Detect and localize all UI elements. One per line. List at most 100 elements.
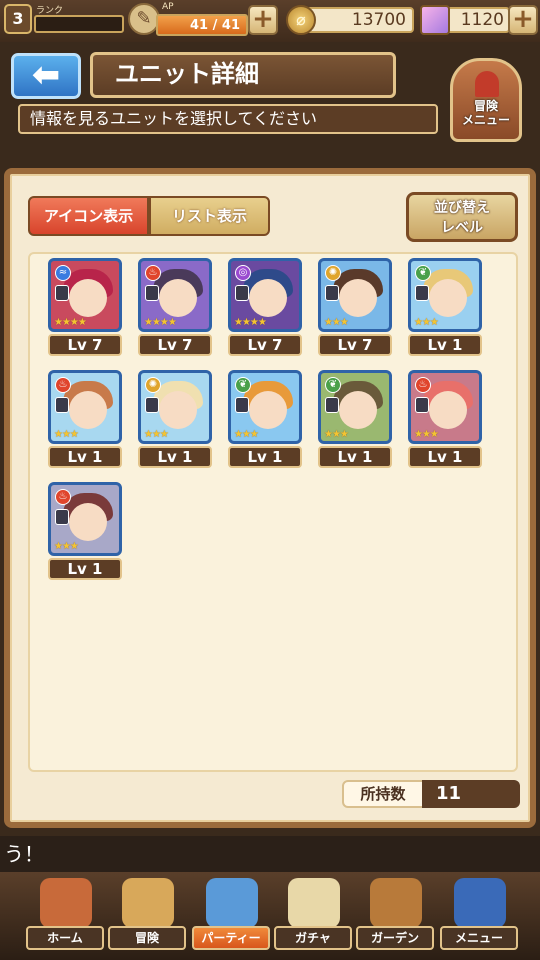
rank-exp-bar — [34, 15, 124, 33]
unit-portrait: ❦ ★★★ — [318, 370, 392, 444]
rarity-stars: ★★★★ — [234, 317, 267, 328]
unit-card[interactable]: ≈ ★★★★ Lv 7 — [48, 258, 124, 356]
sort-key-label: レベル — [441, 220, 483, 236]
unit-card[interactable]: ◎ ★★★★ Lv 7 — [228, 258, 304, 356]
unit-portrait: ♨ ★★★ — [408, 370, 482, 444]
dark-element-icon: ◎ — [235, 265, 251, 281]
fire-element-icon: ♨ — [145, 265, 161, 281]
nav-item-garden[interactable]: ガーデン — [356, 878, 436, 956]
earth-element-icon: ❦ — [415, 265, 431, 281]
page-header: ⬅ ユニット詳細 情報を見るユニットを選択してください 冒険 メニュー — [0, 42, 540, 152]
unit-level-label: Lv 1 — [408, 446, 482, 468]
unit-portrait: ♨ ★★★ — [48, 482, 122, 556]
gacha-icon — [288, 878, 340, 928]
unit-card[interactable]: ♨ ★★★ Lv 1 — [408, 370, 484, 468]
unit-card[interactable]: ✺ ★★★ Lv 7 — [318, 258, 394, 356]
gem-icon — [420, 5, 450, 35]
message-ticker: う！ — [0, 836, 540, 872]
adventure-menu-label: 冒険 メニュー — [461, 99, 510, 127]
portrait-face — [429, 391, 467, 429]
portrait-face — [69, 503, 107, 541]
nav-item-home[interactable]: ホーム — [26, 878, 106, 956]
shield-icon — [325, 285, 339, 301]
portrait-face — [339, 279, 377, 317]
gem-value: 1120 — [440, 7, 510, 33]
nav-label: ガチャ — [274, 926, 352, 950]
unit-level-label: Lv 1 — [138, 446, 212, 468]
unit-level-label: Lv 1 — [48, 558, 122, 580]
tab-list-view[interactable]: リスト表示 — [149, 196, 270, 236]
rarity-stars: ★★★★ — [144, 317, 177, 328]
view-toggle: アイコン表示 リスト表示 — [28, 196, 270, 236]
sword-icon — [325, 397, 339, 413]
nav-label: ホーム — [26, 926, 104, 950]
unit-level-label: Lv 7 — [318, 334, 392, 356]
shield-icon — [55, 509, 69, 525]
rarity-stars: ★★★ — [414, 429, 439, 440]
unit-level-label: Lv 1 — [408, 334, 482, 356]
portrait-face — [339, 391, 377, 429]
owned-count-value: 11 — [422, 780, 520, 808]
nav-item-gacha[interactable]: ガチャ — [274, 878, 354, 956]
earth-element-icon: ❦ — [325, 377, 341, 393]
portrait-face — [249, 391, 287, 429]
back-button[interactable]: ⬅ — [8, 50, 84, 102]
unit-level-label: Lv 7 — [228, 334, 302, 356]
staff-icon — [415, 285, 429, 301]
unit-level-label: Lv 1 — [48, 446, 122, 468]
tab-icon-view[interactable]: アイコン表示 — [28, 196, 149, 236]
portrait-face — [159, 279, 197, 317]
unit-portrait: ✺ ★★★ — [138, 370, 212, 444]
unit-level-label: Lv 7 — [138, 334, 212, 356]
wind-element-icon: ≈ — [55, 265, 71, 281]
page-title: ユニット詳細 — [90, 52, 396, 98]
portrait-face — [159, 391, 197, 429]
fire-element-icon: ♨ — [55, 377, 71, 393]
rarity-stars: ★★★★ — [54, 317, 87, 328]
nav-item-adventure[interactable]: 冒険 — [108, 878, 188, 956]
nav-label: 冒険 — [108, 926, 186, 950]
adventure-menu-button[interactable]: 冒険 メニュー — [450, 58, 522, 142]
unit-card[interactable]: ❦ ★★★ Lv 1 — [228, 370, 304, 468]
rarity-stars: ★★★ — [324, 429, 349, 440]
portrait-face — [69, 279, 107, 317]
page-instruction: 情報を見るユニットを選択してください — [18, 104, 438, 134]
unit-portrait: ♨ ★★★★ — [138, 258, 212, 332]
gem-add-button[interactable]: + — [508, 5, 538, 35]
unit-card[interactable]: ❦ ★★★ Lv 1 — [408, 258, 484, 356]
sword-icon — [235, 285, 249, 301]
unit-portrait: ❦ ★★★ — [228, 370, 302, 444]
sort-button-label: 並び替え — [434, 200, 490, 216]
unit-card[interactable]: ✺ ★★★ Lv 1 — [138, 370, 214, 468]
nav-item-book[interactable]: メニュー — [440, 878, 520, 956]
unit-portrait: ♨ ★★★ — [48, 370, 122, 444]
unit-portrait: ✺ ★★★ — [318, 258, 392, 332]
fire-element-icon: ♨ — [415, 377, 431, 393]
status-bar: 3 ランク ✎ AP 41 / 41 + 13700 ⌀ 1120 + — [0, 0, 540, 42]
bow-icon — [235, 397, 249, 413]
ap-add-button[interactable]: + — [248, 5, 278, 35]
light-element-icon: ✺ — [325, 265, 341, 281]
sword-icon — [415, 397, 429, 413]
portrait-face — [429, 279, 467, 317]
light-element-icon: ✺ — [145, 377, 161, 393]
ap-label: AP — [162, 2, 174, 12]
nav-label: パーティー — [192, 926, 270, 950]
unit-portrait: ◎ ★★★★ — [228, 258, 302, 332]
sort-button[interactable]: 並び替え レベル — [406, 192, 518, 242]
rarity-stars: ★★★ — [324, 317, 349, 328]
adventure-icon — [122, 878, 174, 928]
nav-item-chess[interactable]: パーティー — [192, 878, 272, 956]
fire-element-icon: ♨ — [55, 489, 71, 505]
nav-label: メニュー — [440, 926, 518, 950]
chess-icon — [206, 878, 258, 928]
unit-panel: アイコン表示 リスト表示 並び替え レベル ≈ ★★★★ Lv 7 ♨ ★★★★ Lv 7… — [4, 168, 536, 828]
rarity-stars: ★★★ — [54, 429, 79, 440]
ap-bar: 41 / 41 — [156, 14, 248, 36]
unit-card[interactable]: ♨ ★★★ Lv 1 — [48, 482, 124, 580]
unit-card[interactable]: ♨ ★★★★ Lv 7 — [138, 258, 214, 356]
portrait-face — [249, 279, 287, 317]
unit-card[interactable]: ♨ ★★★ Lv 1 — [48, 370, 124, 468]
staff-icon — [55, 397, 69, 413]
unit-card[interactable]: ❦ ★★★ Lv 1 — [318, 370, 394, 468]
